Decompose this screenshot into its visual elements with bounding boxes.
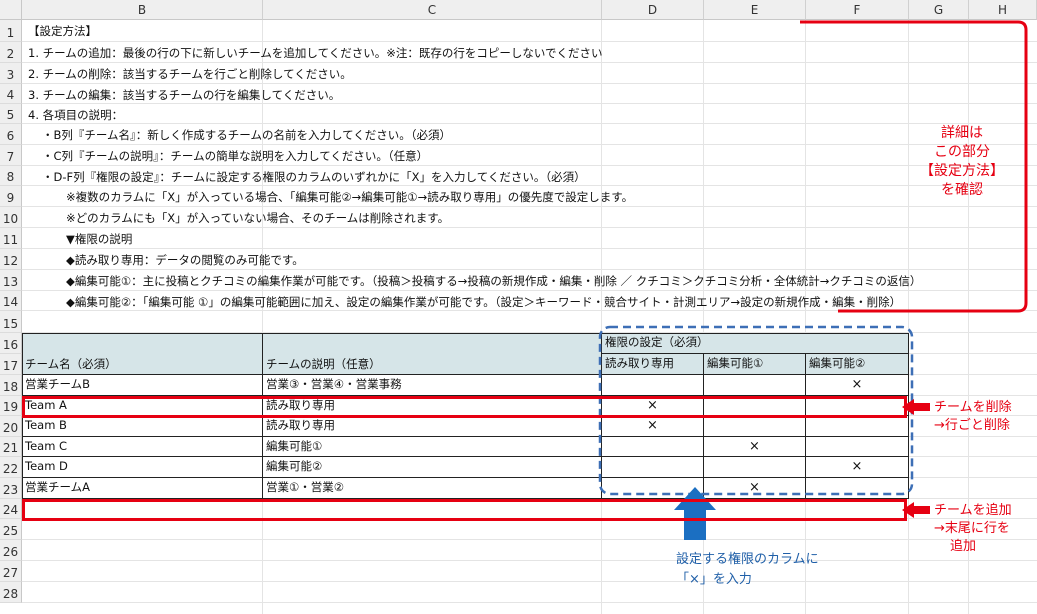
add-row-highlight	[22, 499, 907, 521]
delete-annotation: チームを削除 →行ごと削除	[934, 400, 1012, 433]
detail-annotation: 詳細は この部分 【設定方法】 を確認	[920, 125, 1004, 198]
spreadsheet[interactable]: B C D E F G H 1 2 3 4 5 6 7 8 9 10 11 12 13 14 15 16 17 1…	[0, 0, 1037, 614]
column-hint-annotation: 設定する権限のカラムに 「×」を入力	[676, 552, 819, 587]
add-annotation: チームを追加 →末尾に行を 追加	[934, 503, 1012, 554]
delete-row-highlight	[22, 396, 907, 418]
detail-bracket	[598, 20, 1028, 540]
